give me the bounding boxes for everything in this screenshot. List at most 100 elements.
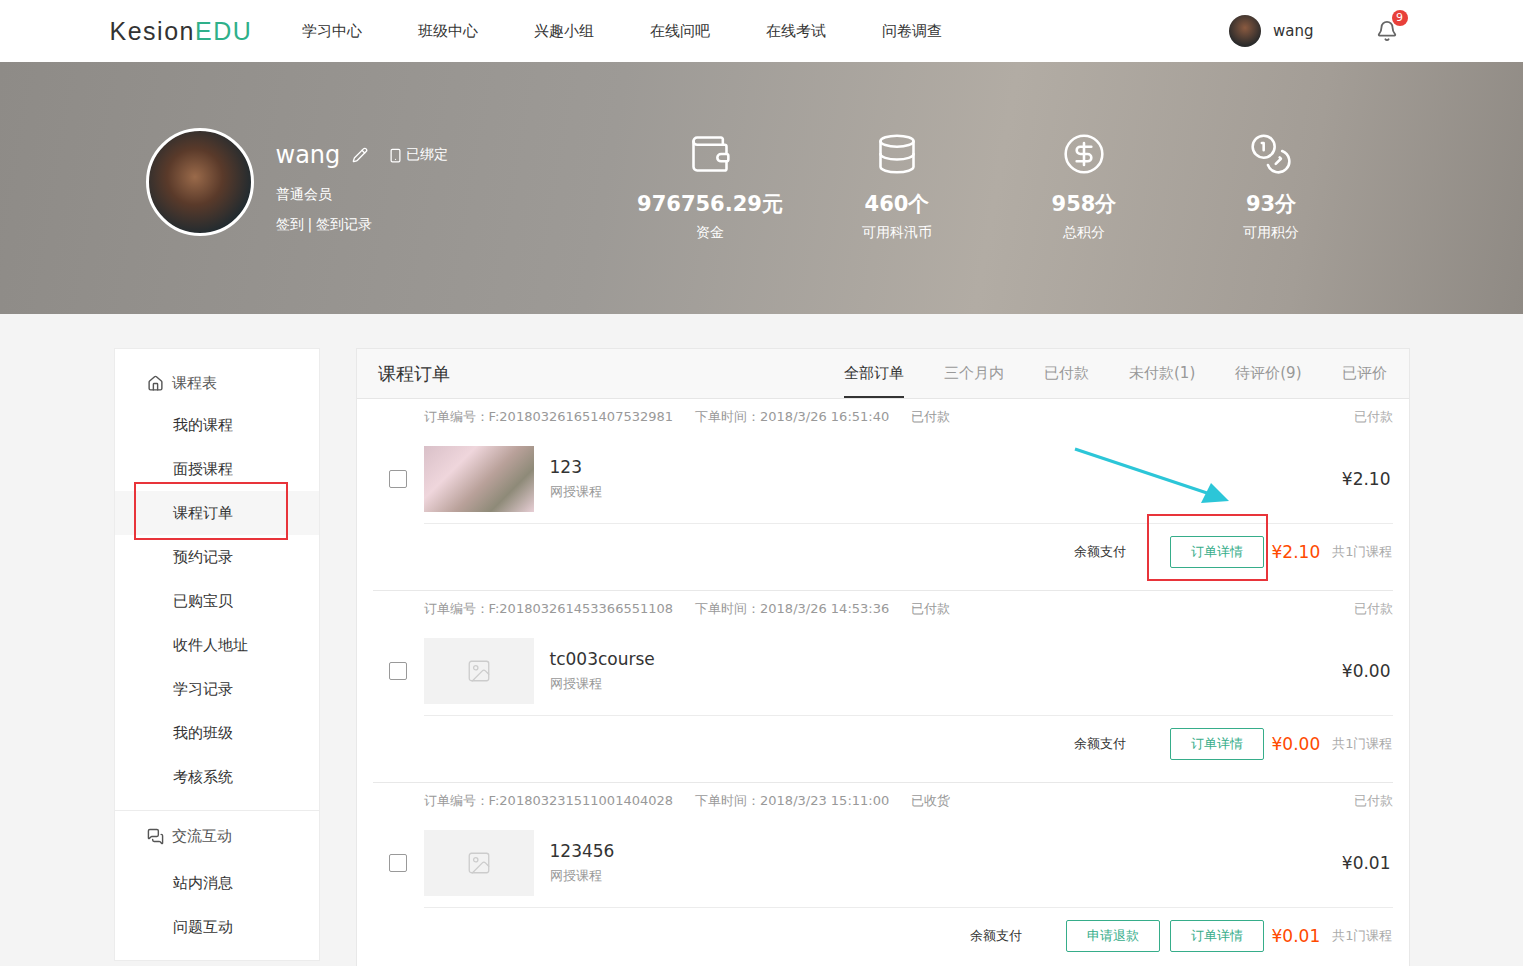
user-name[interactable]: wang: [1273, 22, 1314, 40]
sidebar-item[interactable]: 预约记录: [115, 535, 319, 579]
order-number: 订单编号：F:201803231511001404028: [424, 792, 674, 810]
edit-icon[interactable]: [352, 147, 368, 163]
separator: |: [308, 216, 313, 234]
stat: 93分可用积分: [1178, 132, 1365, 242]
order-status: 已付款: [911, 600, 950, 618]
order-tab[interactable]: 待评价(9): [1235, 349, 1301, 398]
home-icon: [147, 375, 164, 392]
order-total: ¥2.10: [1272, 536, 1321, 568]
stat-value: 958分: [1052, 190, 1117, 218]
order-meta: 订单编号：F:201803231511001404028下单时间：2018/3/…: [373, 783, 1393, 819]
order-checkbox[interactable]: [389, 470, 407, 488]
sidebar: 课程表我的课程面授课程课程订单预约记录已购宝贝收件人地址学习记录我的班级考核系统…: [114, 348, 320, 961]
sidebar-item[interactable]: 学习记录: [115, 667, 319, 711]
sidebar-item[interactable]: 面授课程: [115, 447, 319, 491]
top-nav: KesionEDU学习中心 班级中心 兴趣小组 在线问吧 在线考试 问卷调查 wang 9: [0, 0, 1523, 62]
course-title[interactable]: 123456: [550, 841, 615, 861]
course-price: ¥0.00: [1342, 661, 1393, 681]
order-number: 订单编号：F:201803261651407532981: [424, 408, 674, 426]
order-product: 123456 网授课程 ¥0.01: [373, 819, 1393, 907]
course-type: 网授课程: [550, 483, 602, 501]
stat-label: 总积分: [1063, 224, 1105, 242]
stats: 976756.29元资金460个可用科汛币958分总积分93分可用积分: [617, 128, 1365, 242]
wallet-icon: [688, 132, 732, 176]
payment-method: 余额支付: [1074, 728, 1126, 760]
user-avatar[interactable]: [1229, 15, 1261, 47]
course-thumbnail[interactable]: [424, 830, 534, 896]
course-thumbnail[interactable]: [424, 446, 534, 512]
course-price: ¥0.01: [1342, 853, 1393, 873]
order-tab[interactable]: 全部订单: [844, 349, 904, 398]
course-type: 网授课程: [550, 675, 655, 693]
order-total: ¥0.01: [1272, 920, 1321, 952]
nav-item[interactable]: 在线问吧: [650, 22, 710, 41]
nav-item[interactable]: 在线考试: [766, 22, 826, 41]
order-button[interactable]: 订单详情: [1170, 920, 1264, 952]
sidebar-section-title: 交流互动: [115, 811, 319, 861]
order-card: 订单编号：F:201803261453366551108下单时间：2018/3/…: [373, 591, 1393, 783]
course-price: ¥2.10: [1342, 469, 1393, 489]
nav-item[interactable]: 学习中心: [302, 22, 362, 41]
notification-badge: 9: [1392, 10, 1408, 26]
nav-menu: 学习中心 班级中心 兴趣小组 在线问吧 在线考试 问卷调查: [302, 22, 942, 41]
course-thumbnail[interactable]: [424, 638, 534, 704]
nav-item[interactable]: 班级中心: [418, 22, 478, 41]
logo[interactable]: KesionEDU: [110, 17, 302, 46]
payment-status: 已付款: [1354, 600, 1393, 618]
nav-item[interactable]: 兴趣小组: [534, 22, 594, 41]
sidebar-item[interactable]: 收件人地址: [115, 623, 319, 667]
order-button[interactable]: 订单详情: [1170, 728, 1264, 760]
member-level: 普通会员: [276, 186, 617, 204]
order-time: 下单时间：2018/3/26 14:53:36: [695, 600, 889, 618]
phone-bound: 已绑定: [388, 146, 448, 164]
image-placeholder-icon: [466, 658, 492, 684]
sidebar-item[interactable]: 我的班级: [115, 711, 319, 755]
profile-name: wang: [276, 141, 341, 169]
sidebar-item[interactable]: 已购宝贝: [115, 579, 319, 623]
course-type: 网授课程: [550, 867, 615, 885]
sidebar-item[interactable]: 课程订单: [115, 491, 319, 535]
order-checkbox[interactable]: [389, 854, 407, 872]
sign-in-link[interactable]: 签到: [276, 216, 304, 234]
order-button[interactable]: 申请退款: [1066, 920, 1160, 952]
order-checkbox[interactable]: [389, 662, 407, 680]
order-tab[interactable]: 已评价: [1342, 349, 1387, 398]
sidebar-item[interactable]: 考核系统: [115, 755, 319, 799]
profile-info: wang 已绑定普通会员签到|签到记录: [276, 128, 617, 234]
phone-icon: [388, 148, 403, 163]
stat: 460个可用科汛币: [804, 132, 991, 242]
sidebar-item[interactable]: 问题互动: [115, 905, 319, 949]
chat-icon: [147, 828, 164, 845]
orders-panel: 课程订单全部订单三个月内已付款未付款(1)待评价(9)已评价订单编号：F:201…: [356, 348, 1410, 966]
order-tab[interactable]: 未付款(1): [1129, 349, 1195, 398]
coin-icon: [1249, 132, 1293, 176]
order-button[interactable]: 订单详情: [1170, 536, 1264, 568]
profile-avatar: [146, 128, 254, 236]
coins-stack-icon: [875, 132, 919, 176]
course-title[interactable]: 123: [550, 457, 602, 477]
sign-in-log-link[interactable]: 签到记录: [316, 216, 372, 234]
order-meta: 订单编号：F:201803261651407532981 下单时间：2018/3/…: [373, 399, 1393, 435]
notifications[interactable]: 9: [1376, 20, 1398, 42]
sidebar-item[interactable]: 我的课程: [115, 403, 319, 447]
order-tab[interactable]: 已付款: [1044, 349, 1089, 398]
order-footer: 余额支付 订单详情¥2.10 共1门课程: [424, 523, 1393, 590]
nav-item[interactable]: 问卷调查: [882, 22, 942, 41]
course-title[interactable]: tc003course: [550, 649, 655, 669]
course-count: 共1门课程: [1332, 536, 1392, 568]
order-meta: 订单编号：F:201803261453366551108下单时间：2018/3/…: [373, 591, 1393, 627]
order-status: 已收货: [911, 792, 950, 810]
order-tab[interactable]: 三个月内: [944, 349, 1004, 398]
stat-label: 可用科汛币: [862, 224, 932, 242]
image-placeholder-icon: [466, 850, 492, 876]
annotation-arrow-icon: [1073, 445, 1233, 505]
payment-method: 余额支付: [1074, 536, 1126, 568]
payment-status: 已付款: [1354, 792, 1393, 810]
sidebar-item[interactable]: 站内消息: [115, 861, 319, 905]
order-time: 下单时间：2018/3/26 16:51:40: [695, 408, 889, 426]
order-tabs: 全部订单三个月内已付款未付款(1) 待评价(9) 已评价: [844, 349, 1409, 398]
order-status: 已付款: [911, 408, 950, 426]
profile-banner: wang已绑定普通会员签到|签到记录976756.29元资金460个可用科汛币9…: [0, 62, 1523, 314]
stat: 958分总积分: [991, 132, 1178, 242]
stat-label: 可用积分: [1243, 224, 1299, 242]
